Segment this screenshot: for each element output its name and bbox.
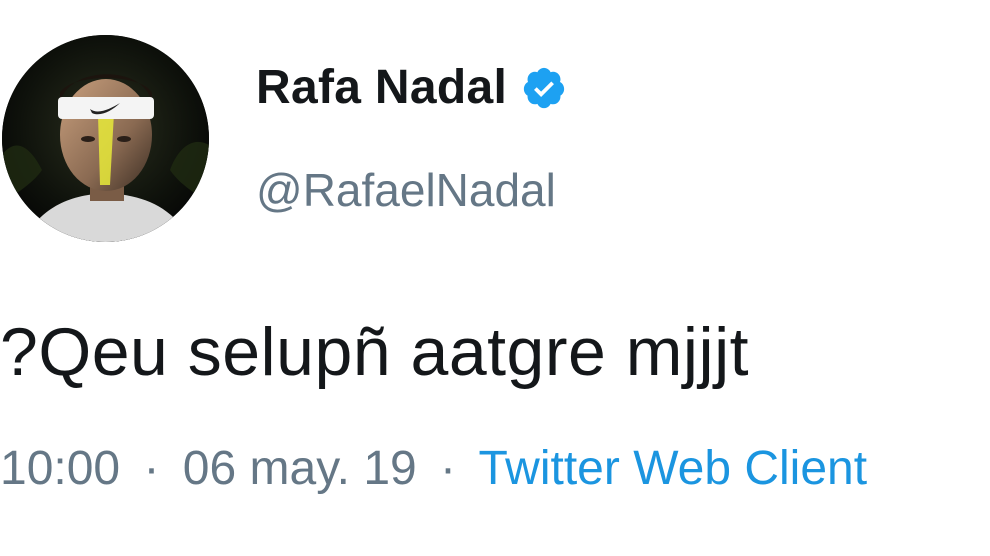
separator-dot: · [440, 442, 457, 495]
tweet-text: ?Qeu selupñ aatgre mjjjt [0, 314, 750, 390]
name-row: Rafa Nadal [256, 60, 567, 115]
separator-dot: · [143, 442, 160, 495]
tweet-source-link[interactable]: Twitter Web Client [479, 442, 868, 495]
tweet-time[interactable]: 10:00 [0, 442, 120, 495]
tweet-metadata: 10:00 · 06 may. 19 · Twitter Web Client [0, 441, 867, 496]
verified-check-icon [521, 65, 567, 111]
tweet-card: Rafa Nadal @RafaelNadal ?Qeu selupñ aatg… [0, 0, 990, 556]
tweet-date[interactable]: 06 may. 19 [183, 442, 417, 495]
user-handle[interactable]: @RafaelNadal [256, 163, 556, 217]
avatar[interactable] [2, 35, 209, 242]
display-name[interactable]: Rafa Nadal [256, 60, 507, 115]
profile-photo-image [2, 35, 209, 242]
